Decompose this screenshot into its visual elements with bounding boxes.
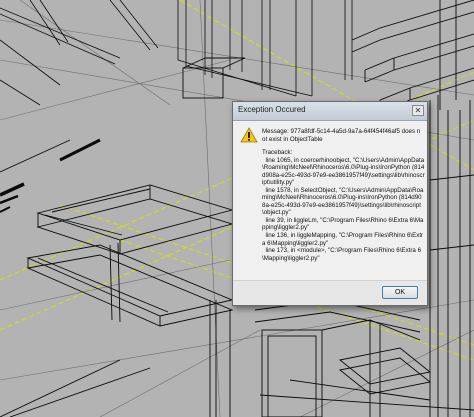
ok-button[interactable]: OK [382, 286, 418, 299]
exception-dialog: Exception Occured ✕ Message: 977a8fdf-5c… [232, 101, 428, 306]
dialog-title: Exception Occured [238, 105, 306, 114]
dialog-footer: OK [233, 280, 427, 305]
exception-message: Message: 977a8fdf-5c14-4a5d-9a7a-64f454f… [262, 128, 421, 143]
traceback-text: Traceback: line 1065, in coercerhinoobje… [262, 149, 425, 262]
close-button[interactable]: ✕ [412, 105, 424, 116]
dialog-titlebar[interactable]: Exception Occured ✕ [233, 102, 427, 121]
warning-icon [240, 127, 258, 143]
